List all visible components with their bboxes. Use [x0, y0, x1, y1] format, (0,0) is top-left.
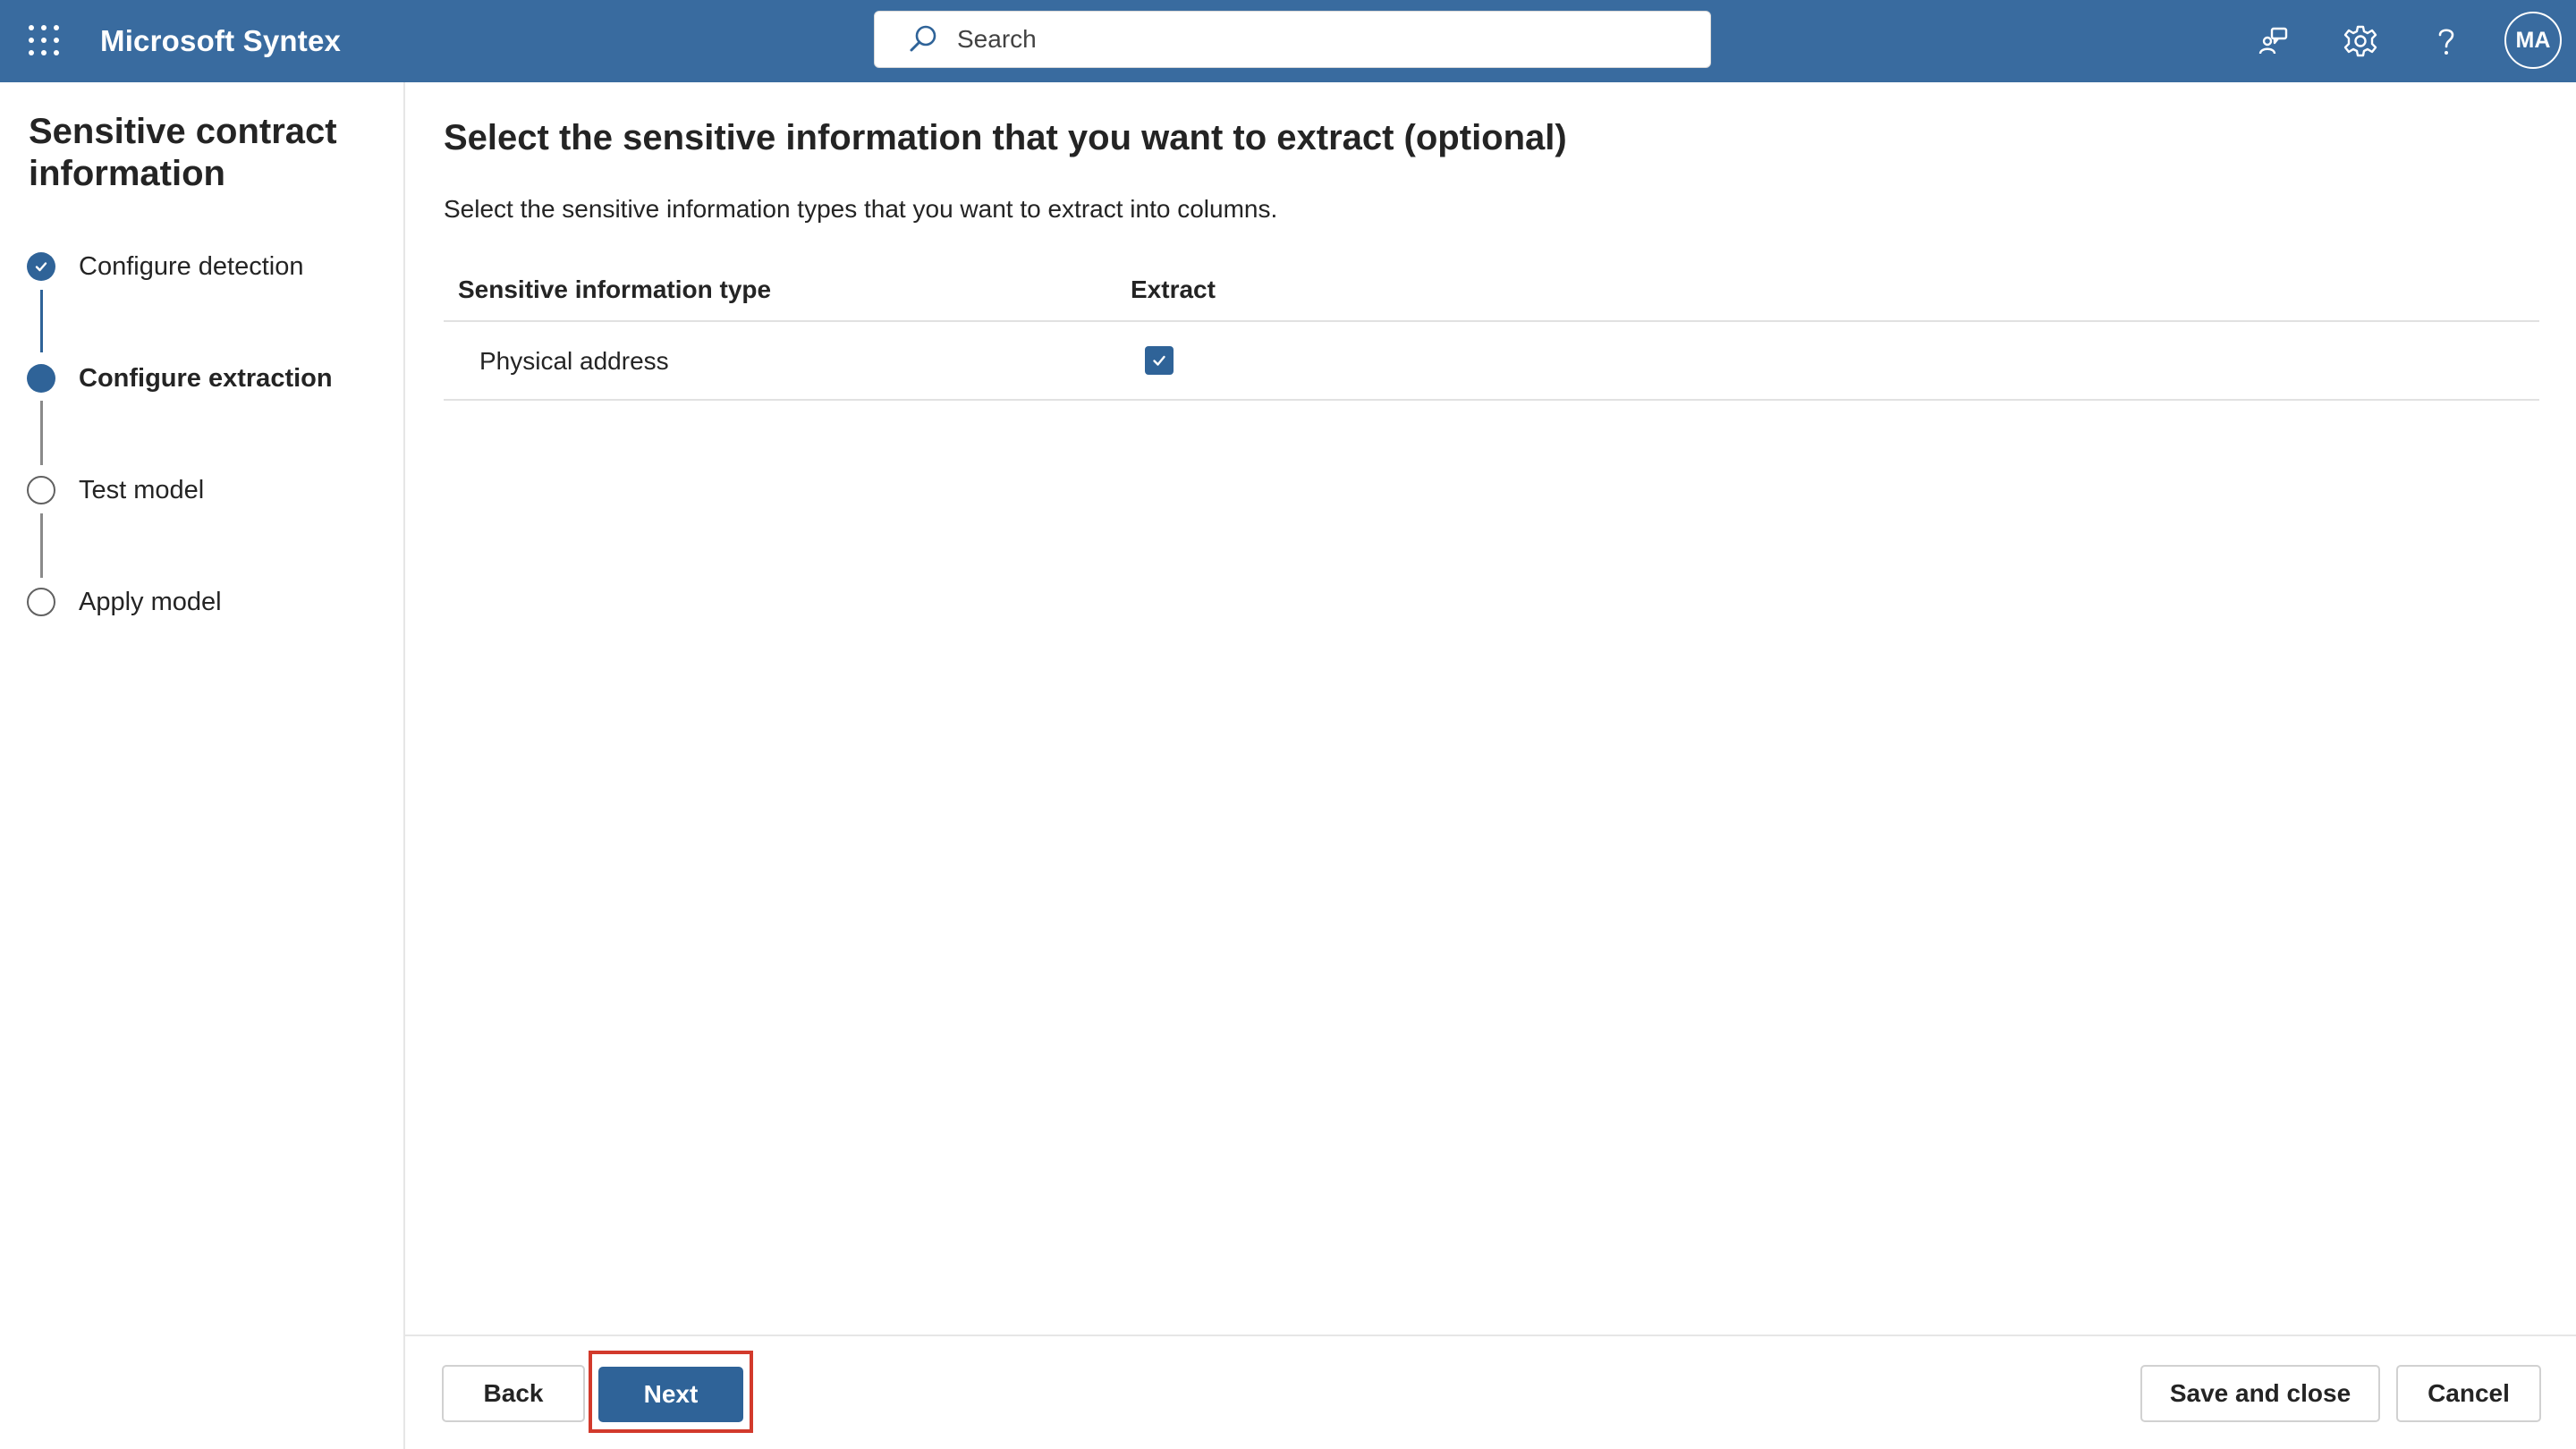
sensitive-info-table: Sensitive information type Extract Physi…: [444, 259, 2539, 401]
step-configure-detection[interactable]: Configure detection: [27, 249, 304, 284]
back-button[interactable]: Back: [442, 1365, 585, 1422]
cancel-button[interactable]: Cancel: [2396, 1365, 2541, 1422]
pending-step-icon: [27, 588, 55, 616]
column-header-type: Sensitive information type: [458, 275, 772, 303]
table-header: Sensitive information type Extract: [444, 259, 2539, 322]
footer-bar: Back Next Save and close Cancel: [405, 1335, 2576, 1449]
step-label: Apply model: [79, 587, 222, 616]
avatar[interactable]: MA: [2504, 12, 2562, 69]
app-title[interactable]: Microsoft Syntex: [100, 0, 341, 82]
extract-checkbox[interactable]: [1145, 346, 1174, 375]
feedback-icon[interactable]: [2253, 20, 2296, 63]
checkmark-icon: [1153, 355, 1165, 366]
wizard-steps-panel: Sensitive contract information Configure…: [0, 82, 405, 1449]
settings-gear-icon[interactable]: [2339, 20, 2382, 63]
step-label: Configure extraction: [79, 363, 333, 393]
step-connector: [40, 290, 43, 352]
waffle-icon[interactable]: [25, 21, 61, 57]
table-row: Physical address: [444, 322, 2539, 401]
step-connector: [40, 401, 43, 465]
step-label: Test model: [79, 475, 205, 504]
sensitive-type-name: Physical address: [479, 347, 669, 375]
page-title: Select the sensitive information that yo…: [444, 118, 1567, 157]
column-header-extract: Extract: [1131, 275, 1216, 303]
checkmark-icon: [27, 252, 55, 281]
step-apply-model[interactable]: Apply model: [27, 584, 222, 620]
pending-step-icon: [27, 476, 55, 504]
step-label: Configure detection: [79, 251, 304, 281]
search-icon: [905, 21, 941, 57]
page-description: Select the sensitive information types t…: [444, 195, 1278, 223]
search-box[interactable]: [874, 11, 1711, 68]
step-connector: [40, 513, 43, 578]
search-input[interactable]: [957, 25, 1673, 54]
current-step-icon: [27, 364, 55, 393]
wizard-title: Sensitive contract information: [29, 112, 337, 193]
step-configure-extraction[interactable]: Configure extraction: [27, 360, 333, 396]
next-button[interactable]: Next: [598, 1367, 743, 1422]
save-and-close-button[interactable]: Save and close: [2140, 1365, 2380, 1422]
step-test-model[interactable]: Test model: [27, 472, 204, 508]
help-icon[interactable]: [2425, 20, 2468, 63]
top-bar: Microsoft Syntex MA: [0, 0, 2576, 82]
